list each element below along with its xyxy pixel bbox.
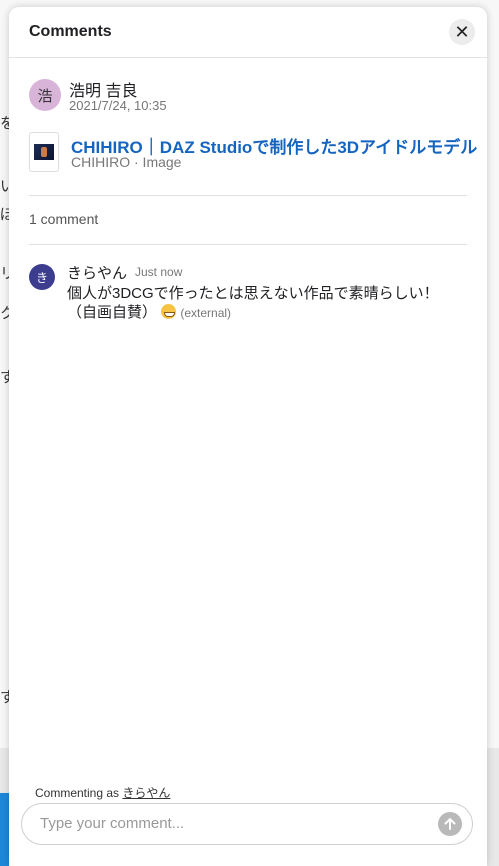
arrow-up-icon <box>444 818 456 830</box>
comment-composer[interactable] <box>21 803 473 845</box>
panel-title: Comments <box>29 23 112 40</box>
link-subtitle: CHIHIRO · Image <box>71 154 182 170</box>
panel-header: Comments ✕ <box>9 7 487 58</box>
image-thumbnail-icon <box>34 144 54 160</box>
commenting-as: Commenting as きらやん <box>35 784 170 801</box>
comment-author[interactable]: きらやん <box>67 262 127 283</box>
divider <box>29 244 467 245</box>
link-thumbnail[interactable] <box>29 132 59 172</box>
comment-count: 1 comment <box>29 211 99 227</box>
comment-input[interactable] <box>38 814 422 833</box>
send-button[interactable] <box>438 812 462 836</box>
external-tag: (external) <box>180 306 232 320</box>
close-icon: ✕ <box>454 21 470 42</box>
post-date: 2021/7/24, 10:35 <box>69 98 167 113</box>
close-button[interactable]: ✕ <box>449 19 475 45</box>
comment-time: Just now <box>135 265 183 279</box>
comments-panel: Comments ✕ 浩 浩明 吉良 2021/7/24, 10:35 CHIH… <box>9 7 487 866</box>
grinning-face-icon <box>161 304 177 319</box>
author-avatar[interactable]: 浩 <box>29 79 61 111</box>
comment-body: 個人が3DCGで作ったとは思えない作品で素晴らしい！（自画自賛） (extern… <box>67 284 467 323</box>
commenting-as-user[interactable]: きらやん <box>122 786 170 800</box>
commenting-as-label: Commenting as <box>35 786 120 800</box>
divider <box>29 195 467 196</box>
commenter-avatar[interactable]: き <box>29 264 55 290</box>
comment-text: 個人が3DCGで作ったとは思えない作品で素晴らしい！（自画自賛） <box>67 285 439 321</box>
